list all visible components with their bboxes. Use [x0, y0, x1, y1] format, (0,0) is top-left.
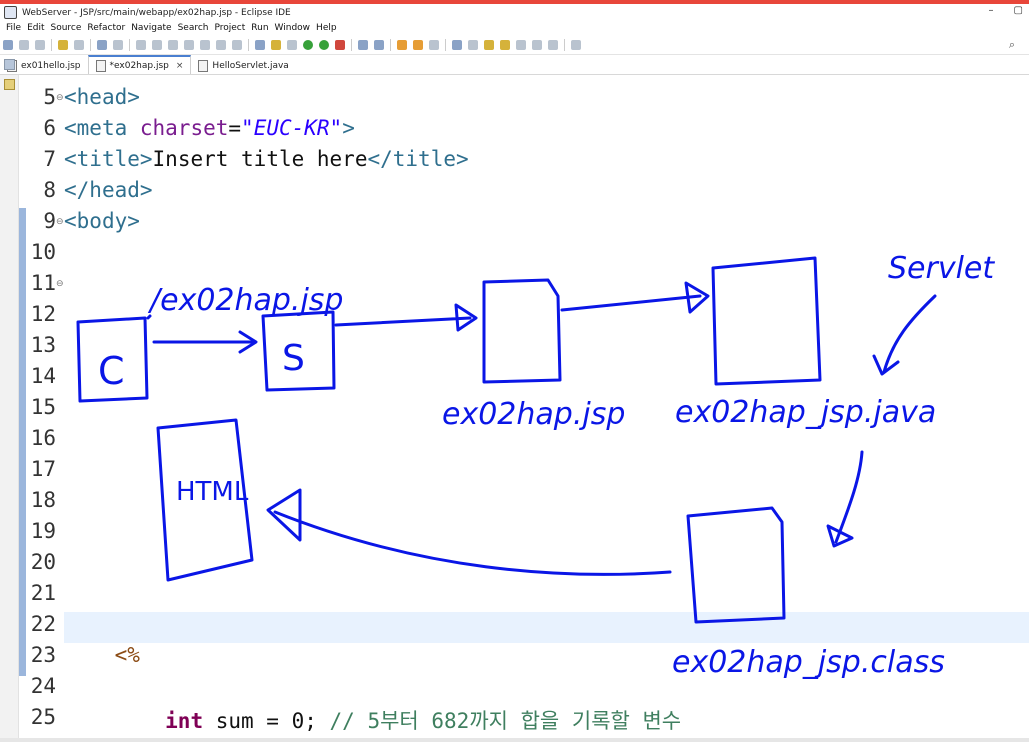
servlet-label: Servlet	[888, 251, 995, 286]
handwritten-annotation-layer: /ex02hap.jsp C S ex02hap.jsp ex02hap_jsp…	[76, 251, 995, 680]
class-to-html-arrow	[266, 488, 672, 576]
java-to-class-arrow	[826, 450, 864, 548]
server-to-jsp-arrow	[334, 303, 478, 332]
horizontal-scrollbar[interactable]	[0, 738, 1029, 742]
class-label: ex02hap_jsp.class	[672, 645, 945, 680]
client-to-server-arrow	[152, 330, 258, 354]
java-label: ex02hap_jsp.java	[675, 395, 936, 430]
request-url-label: /ex02hap.jsp	[147, 283, 343, 318]
servlet-pointer-arrow	[872, 294, 937, 376]
client-label: C	[98, 349, 125, 393]
java-file-shape	[711, 256, 822, 386]
jsp-file-shape	[482, 278, 562, 384]
class-file-shape	[686, 506, 786, 624]
jsp-label: ex02hap.jsp	[442, 397, 625, 432]
server-label: S	[282, 338, 305, 379]
jsp-to-java-arrow	[560, 281, 710, 314]
html-label: HTML	[176, 477, 249, 507]
